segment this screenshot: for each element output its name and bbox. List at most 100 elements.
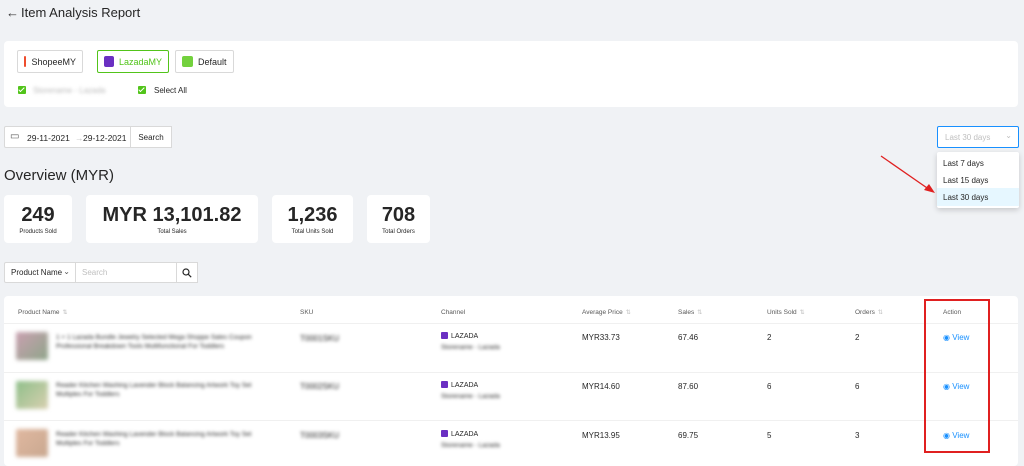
chevron-down-icon: ⌄ — [1005, 131, 1012, 140]
period-option-15[interactable]: Last 15 days — [937, 171, 1019, 189]
select-all-label: Select All — [154, 86, 187, 95]
channel-store: Storename - Lazada — [441, 442, 500, 449]
channel-store: Storename - Lazada — [441, 344, 500, 351]
stat-value: 1,236 — [287, 204, 338, 226]
shop-button-lazada[interactable]: LazadaMY — [97, 50, 169, 73]
units-sold: 6 — [767, 382, 772, 391]
channel-store: Storename - Lazada — [441, 393, 500, 400]
chevron-down-icon: ⌄ — [63, 267, 70, 276]
orders-count: 3 — [855, 431, 860, 440]
shop-label: Default — [198, 56, 227, 67]
sales-value: 87.60 — [678, 382, 699, 391]
search-icon[interactable] — [176, 262, 198, 283]
product-thumbnail — [16, 381, 48, 409]
channel-cell: LAZADA — [441, 381, 478, 389]
header-sales[interactable]: Sales ⇅ — [678, 309, 702, 316]
default-shop-icon — [182, 56, 193, 67]
store-checkbox[interactable] — [18, 86, 26, 94]
stat-value: MYR 13,101.82 — [102, 204, 242, 226]
product-sku: T0001SKU — [300, 334, 340, 343]
sort-icon[interactable]: ⇅ — [697, 310, 702, 316]
header-label: Units Sold — [767, 309, 797, 316]
header-label: Orders — [855, 309, 875, 316]
shop-filter-card: ShopeeMY LazadaMY Default Storename - La… — [4, 41, 1018, 107]
average-price: MYR14.60 — [582, 382, 620, 391]
period-option-7[interactable]: Last 7 days — [937, 154, 1019, 172]
search-input[interactable]: Search — [75, 262, 177, 283]
lazada-icon — [441, 381, 448, 388]
stat-card-products-sold: 249 Products Sold — [4, 195, 72, 243]
stat-value: 249 — [21, 204, 55, 226]
lazada-icon — [104, 56, 114, 67]
orders-count: 2 — [855, 333, 860, 342]
header-label: SKU — [300, 309, 314, 316]
channel-cell: LAZADA — [441, 430, 478, 438]
units-sold: 5 — [767, 431, 772, 440]
sort-icon[interactable]: ⇅ — [800, 310, 805, 316]
header-sku: SKU — [300, 309, 313, 316]
period-option-30[interactable]: Last 30 days — [937, 188, 1019, 206]
date-search-button[interactable]: Search — [130, 126, 172, 148]
period-select[interactable]: Last 30 days ⌄ — [937, 126, 1019, 148]
shopee-icon — [24, 56, 27, 67]
stat-label: Total Orders — [382, 229, 415, 235]
orders-count: 6 — [855, 382, 860, 391]
sort-icon[interactable]: ⇅ — [63, 310, 68, 316]
stat-value: 708 — [381, 204, 416, 226]
product-sku: T0003SKU — [300, 431, 340, 440]
sales-value: 67.46 — [678, 333, 699, 342]
date-end[interactable]: 29-12-2021 — [83, 133, 126, 143]
filter-field-value: Product Name — [11, 268, 63, 277]
store-checkbox-label: Storename - Lazada — [33, 86, 106, 95]
header-label: Channel — [441, 309, 466, 316]
lazada-icon — [441, 332, 448, 339]
channel-name: LAZADA — [451, 333, 479, 340]
channel-name: LAZADA — [451, 382, 479, 389]
shop-label: ShopeeMY — [31, 56, 76, 67]
header-product-name[interactable]: Product Name ⇅ — [18, 309, 68, 316]
stat-card-total-orders: 708 Total Orders — [367, 195, 430, 243]
units-sold: 2 — [767, 333, 772, 342]
stat-label: Total Units Sold — [291, 229, 334, 235]
back-arrow-icon[interactable]: ← — [6, 5, 19, 20]
sort-icon[interactable]: ⇅ — [878, 310, 883, 316]
product-name: Reader Kitchen Washing Lavender Block Ba… — [56, 431, 252, 447]
row-divider — [4, 420, 1018, 421]
row-divider — [4, 323, 1018, 324]
sort-icon[interactable]: ⇅ — [626, 310, 631, 316]
header-label: Sales — [678, 309, 695, 316]
filter-field-select[interactable]: Product Name ⌄ — [4, 262, 76, 283]
period-dropdown: Last 7 days Last 15 days Last 30 days — [937, 152, 1019, 208]
select-all-checkbox[interactable] — [138, 86, 146, 94]
date-start[interactable]: 29-11-2021 — [27, 133, 70, 143]
sales-value: 69.75 — [678, 431, 699, 440]
stat-label: Total Sales — [157, 229, 187, 235]
date-range-picker[interactable]: ▭ 29-11-2021 → 29-12-2021 Search — [4, 126, 172, 148]
header-average-price[interactable]: Average Price ⇅ — [582, 309, 631, 316]
header-label: Average Price — [582, 309, 623, 316]
annotation-arrow — [880, 155, 935, 193]
shop-button-default[interactable]: Default — [175, 50, 234, 73]
product-name: 1 + 1 Lazada Bundle Jewelry Selected Meg… — [56, 334, 252, 350]
product-thumbnail — [16, 429, 48, 457]
stat-card-total-units: 1,236 Total Units Sold — [272, 195, 353, 243]
header-units-sold[interactable]: Units Sold ⇅ — [767, 309, 805, 316]
shop-button-shopee[interactable]: ShopeeMY — [17, 50, 83, 73]
page-title: Item Analysis Report — [21, 5, 141, 20]
channel-cell: LAZADA — [441, 332, 478, 340]
channel-name: LAZADA — [451, 431, 479, 438]
product-sku: T0002SKU — [300, 382, 340, 391]
average-price: MYR13.95 — [582, 431, 620, 440]
header-channel: Channel — [441, 309, 465, 316]
row-divider — [4, 372, 1018, 373]
overview-title: Overview (MYR) — [4, 167, 115, 184]
product-thumbnail — [16, 332, 48, 360]
calendar-icon: ▭ — [10, 131, 20, 142]
header-orders[interactable]: Orders ⇅ — [855, 309, 883, 316]
header-label: Product Name — [18, 309, 60, 316]
stat-card-total-sales: MYR 13,101.82 Total Sales — [86, 195, 258, 243]
action-column-highlight — [924, 299, 990, 453]
lazada-icon — [441, 430, 448, 437]
shop-label: LazadaMY — [118, 56, 162, 67]
average-price: MYR33.73 — [582, 333, 620, 342]
